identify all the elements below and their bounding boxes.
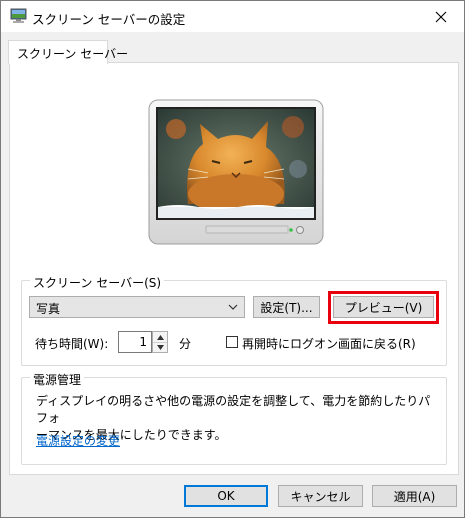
apply-button[interactable]: 適用(A) (372, 485, 457, 507)
window-title: スクリーン セーバーの設定 (32, 12, 186, 27)
settings-button[interactable]: 設定(T)... (253, 296, 320, 318)
close-button[interactable] (418, 1, 464, 32)
cat-photo (158, 109, 314, 218)
tab-panel: スクリーン セーバー(S) 写真 設定(T)... プレビュー(V) 待ち時間(… (9, 62, 459, 475)
wait-time-unit: 分 (179, 337, 192, 351)
title-bar: スクリーン セーバーの設定 (1, 1, 464, 32)
wait-time-stepper[interactable] (152, 331, 168, 353)
wait-time-value: 1 (139, 335, 147, 349)
display-settings-icon (10, 8, 27, 23)
preview-button-label: プレビュー(V) (344, 300, 423, 315)
power-description-line: ディスプレイの明るさや他の電源の設定を調整して、電力を節約したりパフォ (36, 394, 431, 425)
chevron-up-icon (156, 334, 164, 340)
screensaver-settings-dialog: スクリーン セーバーの設定 スクリーン セーバー スクリーン セーバー(S) 写… (0, 0, 465, 518)
stepper-down-button[interactable] (153, 342, 167, 352)
screensaver-selected-value: 写真 (36, 302, 61, 316)
close-icon (435, 11, 447, 22)
screensaver-group-label: スクリーン セーバー(S) (30, 274, 165, 291)
settings-button-label: 設定(T)... (260, 300, 313, 315)
chevron-down-icon (228, 304, 238, 310)
tab-label: スクリーン セーバー (17, 47, 129, 61)
wait-time-input[interactable]: 1 (118, 331, 152, 353)
preview-button[interactable]: プレビュー(V) (333, 296, 434, 318)
tab-screensaver[interactable]: スクリーン セーバー (8, 40, 128, 64)
screensaver-select[interactable]: 写真 (29, 296, 245, 318)
logon-checkbox[interactable] (226, 336, 238, 348)
ok-button[interactable]: OK (184, 485, 268, 507)
chevron-down-icon (156, 344, 164, 350)
wait-time-label: 待ち時間(W): (35, 337, 109, 351)
apply-button-label: 適用(A) (393, 489, 436, 504)
cancel-button-label: キャンセル (290, 489, 351, 504)
ok-button-label: OK (217, 489, 235, 503)
change-power-settings-link[interactable]: 電源設定の変更 (36, 432, 120, 449)
monitor-preview (148, 99, 324, 245)
logon-checkbox-label[interactable]: 再開時にログオン画面に戻る(R) (242, 335, 416, 352)
power-group-label: 電源管理 (30, 371, 85, 388)
cancel-button[interactable]: キャンセル (278, 485, 363, 507)
